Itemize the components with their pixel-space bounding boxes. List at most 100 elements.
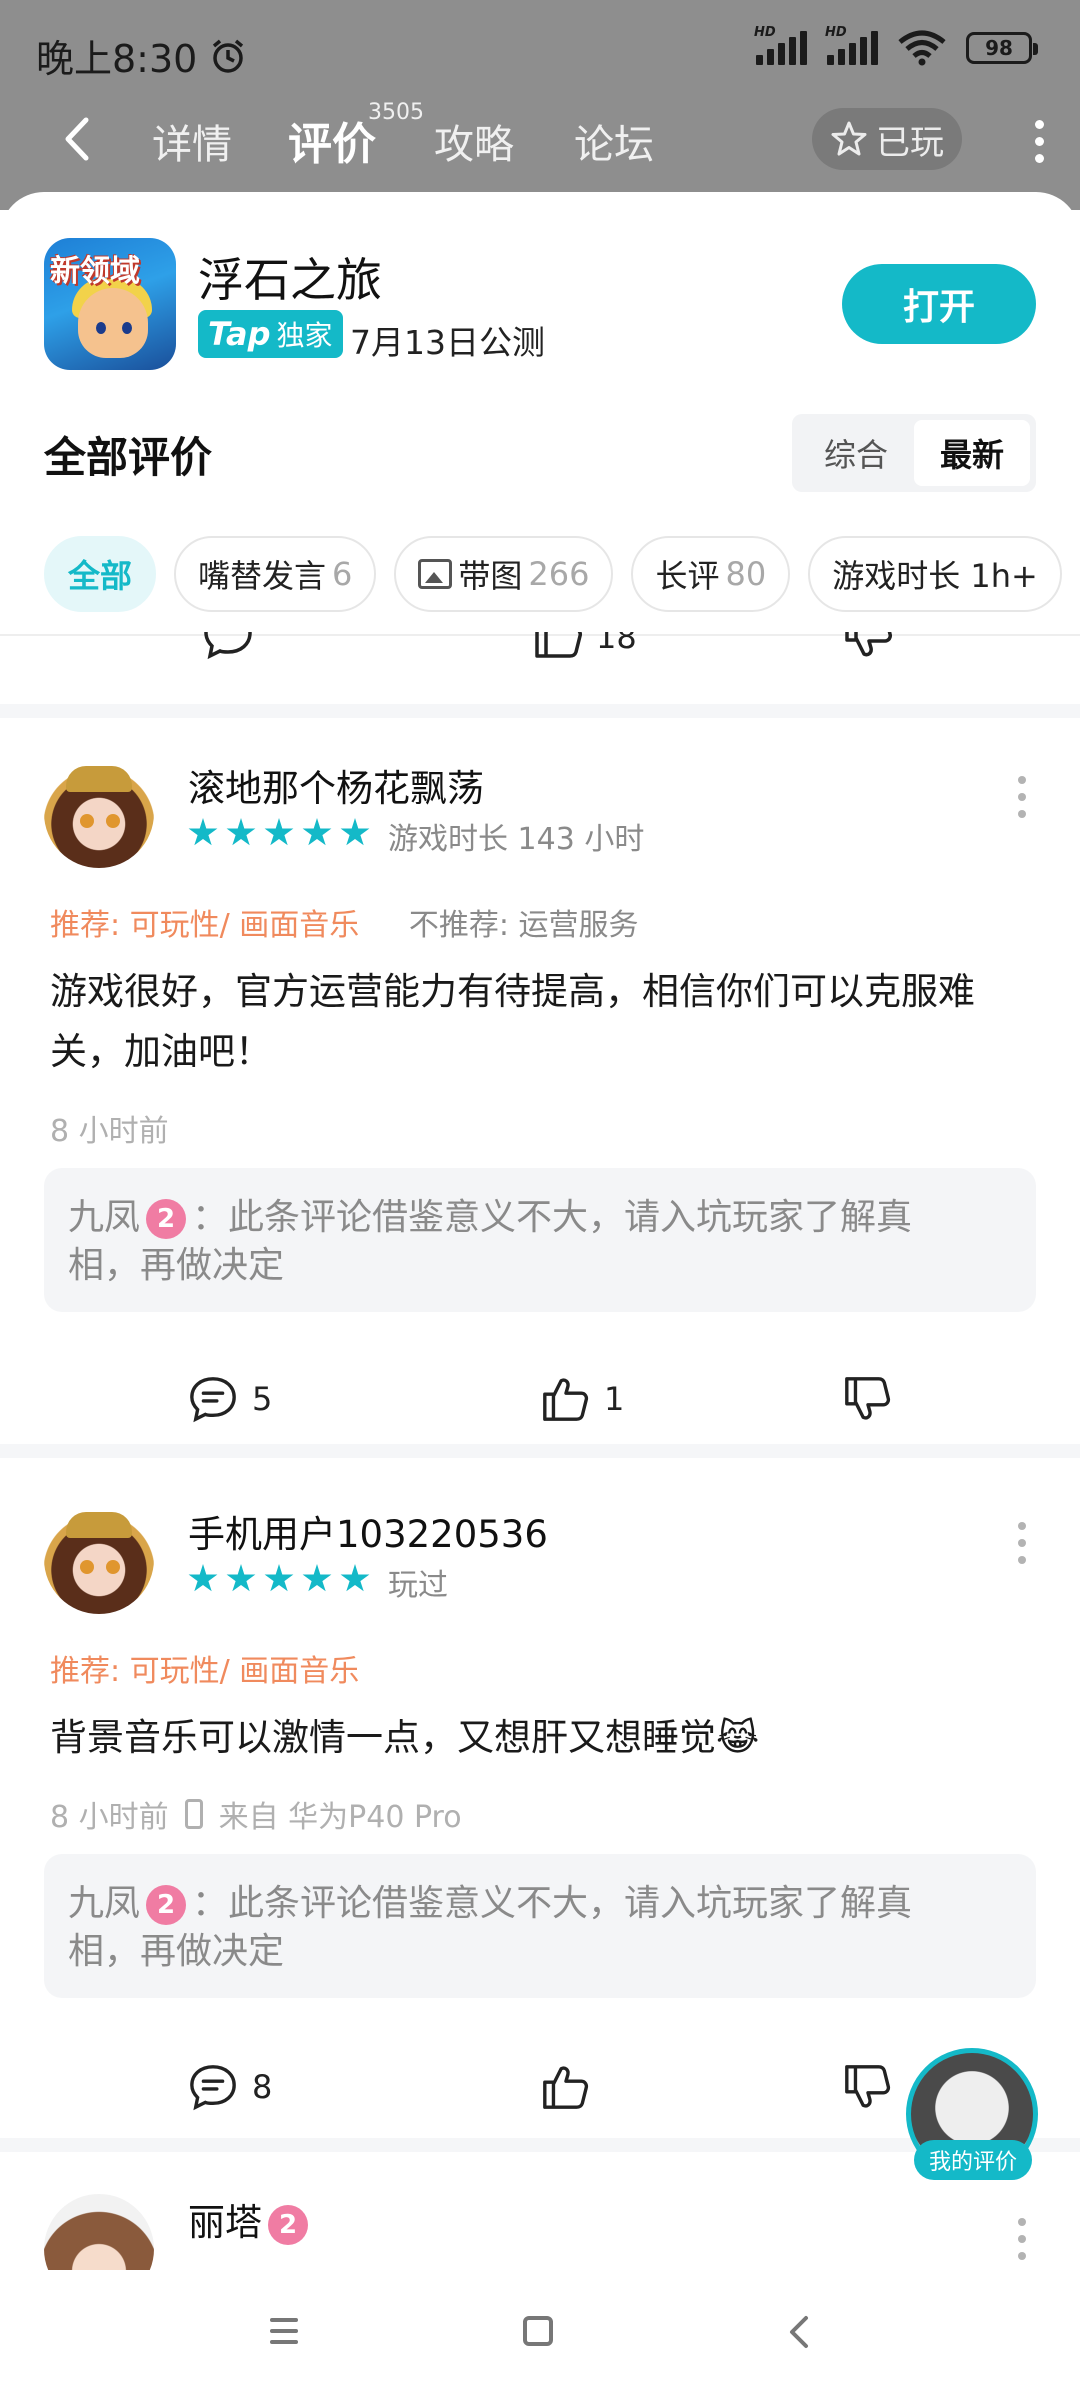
review-more-icon[interactable] (1018, 2218, 1026, 2260)
star-icon (226, 818, 256, 846)
thumbs-down-icon[interactable] (842, 632, 894, 660)
review-more-icon[interactable] (1018, 776, 1026, 818)
review-username: 丽塔 (188, 2201, 262, 2244)
review-time: 8 小时前 (50, 1800, 169, 1835)
system-back-icon[interactable] (780, 2312, 820, 2352)
top-bar: 晚上8:30 HD HD 98 详情 评价 3505 攻略 论坛 已玩 (0, 0, 1080, 210)
level-badge: 2 (146, 1199, 187, 1239)
rating-stars (188, 818, 370, 848)
avatar[interactable] (44, 758, 154, 868)
notice-text: 相，再做决定 (68, 1245, 285, 1286)
comment-button[interactable]: 5 (188, 1374, 272, 1424)
review-username[interactable]: 滚地那个杨花飘荡 (188, 758, 484, 812)
wifi-icon (898, 30, 946, 66)
notice-text: ：此条评论借鉴意义不大，请入坑玩家了解真 (192, 1883, 913, 1924)
review-count-badge: 3505 (368, 100, 424, 125)
tab-forum[interactable]: 论坛 (574, 112, 654, 170)
review-meta: 8 小时前 (50, 1106, 169, 1150)
system-navigation-bar (0, 2270, 1080, 2400)
dislike-button[interactable] (842, 2062, 892, 2112)
star-icon (264, 1564, 294, 1592)
review-text-line: 游戏很好，官方运营能力有待提高，相信你们可以克服难 (50, 970, 975, 1013)
tab-reviews[interactable]: 评价 (288, 108, 376, 172)
filter-chips: 全部 嘴替发言 6 带图 266 长评 80 游戏时长 1h+ (44, 536, 1062, 612)
playtime: 游戏时长 143 小时 (388, 822, 645, 857)
hd-label: HD (825, 25, 847, 40)
star-icon (264, 818, 294, 846)
thumbs-up-icon (543, 1378, 589, 1421)
played-button[interactable]: 已玩 (812, 108, 962, 170)
like-button[interactable]: 1 (540, 1374, 624, 1424)
rating-stars (188, 1564, 370, 1594)
dislike-button[interactable] (842, 1374, 892, 1424)
review-username[interactable]: 手机用户103220536 (188, 1504, 548, 1558)
review-tags: 推荐: 可玩性/ 画面音乐 (50, 1646, 359, 1690)
recent-apps-icon[interactable] (270, 2318, 298, 2344)
review-content[interactable]: 游戏很好，官方运营能力有待提高，相信你们可以克服难 关，加油吧！ (50, 962, 1040, 1082)
star-outline-icon (831, 121, 867, 156)
filter-chip-with-image[interactable]: 带图 266 (394, 536, 614, 612)
star-icon (302, 818, 332, 846)
chip-label: 嘴替发言 (198, 557, 327, 595)
game-logo-text: 新领域 (50, 254, 140, 289)
game-icon[interactable]: 新领域 (44, 238, 176, 370)
filter-chip-mouthpiece[interactable]: 嘴替发言 6 (174, 536, 377, 612)
chip-label: 长评 (655, 557, 720, 595)
thumbs-up-icon[interactable] (532, 632, 584, 660)
open-button[interactable]: 打开 (842, 264, 1036, 344)
moderator-notice: 九凤 2 ：此条评论借鉴意义不大，请入坑玩家了解真 相，再做决定 (44, 1168, 1036, 1312)
like-count: 18 (596, 632, 637, 656)
filter-chip-playtime[interactable]: 游戏时长 1h+ (808, 536, 1062, 612)
status-time: 晚上8:30 (36, 28, 247, 83)
comment-icon[interactable] (202, 632, 254, 660)
top-nav: 详情 评价 3505 攻略 论坛 已玩 (0, 100, 1080, 180)
filter-chip-all[interactable]: 全部 (44, 536, 157, 612)
status-icons: HD HD 98 (754, 25, 1038, 66)
tab-details[interactable]: 详情 (152, 112, 232, 170)
card-separator (0, 1444, 1080, 1458)
comment-count: 5 (252, 1380, 273, 1418)
recommend-tags: 推荐: 可玩性/ 画面音乐 (50, 908, 360, 943)
review-meta: 8 小时前 来自 华为P40 Pro (50, 1792, 462, 1836)
game-title: 浮石之旅 (198, 253, 382, 307)
review-device: 来自 华为P40 Pro (218, 1800, 462, 1835)
recommend-tags: 推荐: 可玩性/ 画面音乐 (50, 1654, 360, 1689)
comment-icon (190, 2065, 236, 2111)
avatar[interactable] (44, 1504, 154, 1614)
phone-icon (184, 1799, 203, 1829)
more-options-icon[interactable] (1035, 120, 1044, 163)
my-review-button[interactable]: 我的评价 (914, 2140, 1032, 2180)
thumbs-down-icon (845, 1377, 891, 1420)
game-header: 新领域 浮石之旅 Tap 独家 7月13日公测 打开 (0, 192, 1080, 402)
image-icon (418, 559, 453, 589)
like-button[interactable] (540, 2062, 604, 2112)
star-icon (188, 818, 218, 846)
sort-option-overall[interactable]: 综合 (798, 420, 914, 486)
review-actions: 5 1 (0, 1374, 1080, 1434)
tab-guides[interactable]: 攻略 (434, 112, 514, 170)
signal-icon: HD (754, 25, 807, 65)
chip-label: 游戏时长 1h+ (832, 557, 1038, 595)
star-icon (226, 1564, 256, 1592)
chip-label: 带图 (458, 557, 523, 595)
home-icon[interactable] (523, 2316, 553, 2346)
review-username-row[interactable]: 丽塔 2 (188, 2192, 314, 2246)
section-title: 全部评价 (44, 433, 213, 482)
review-content[interactable]: 背景音乐可以激情一点，又想肝又想睡觉😹 (50, 1708, 1040, 1768)
comment-button[interactable]: 8 (188, 2062, 272, 2112)
battery-level: 98 (985, 36, 1013, 60)
review-time: 8 小时前 (50, 1114, 169, 1149)
moderator-notice: 九凤 2 ：此条评论借鉴意义不大，请入坑玩家了解真 相，再做决定 (44, 1854, 1036, 1998)
notice-user[interactable]: 九凤 (68, 1883, 140, 1924)
alarm-icon (213, 39, 244, 73)
sort-toggle: 综合 最新 (792, 414, 1036, 492)
star-icon (340, 818, 370, 846)
filter-chip-long-review[interactable]: 长评 80 (631, 536, 791, 612)
back-icon[interactable] (54, 114, 104, 164)
sort-option-latest[interactable]: 最新 (914, 420, 1030, 486)
battery-icon: 98 (966, 32, 1038, 64)
notice-user[interactable]: 九凤 (68, 1197, 140, 1238)
comment-icon (190, 1377, 236, 1423)
review-text-line: 关，加油吧！ (50, 1030, 272, 1073)
review-more-icon[interactable] (1018, 1522, 1026, 1564)
